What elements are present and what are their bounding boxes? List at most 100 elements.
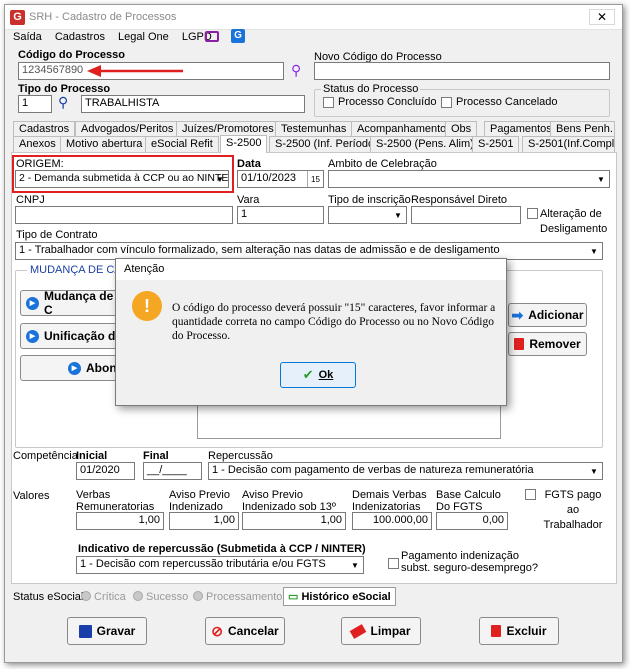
cnpj-input[interactable]: [15, 206, 233, 224]
title-bar: G SRH - Cadastro de Processos ✕: [5, 5, 622, 30]
app-logo-icon: G: [10, 10, 25, 25]
cancel-icon: ⊘: [211, 622, 224, 639]
calendar-icon[interactable]: 15: [307, 171, 323, 187]
tab-testemunhas[interactable]: Testemunhas: [275, 121, 353, 137]
processamento-radio[interactable]: Processamento: [193, 591, 282, 603]
alert-dialog: Atenção ! O código do processo deverá po…: [115, 258, 507, 406]
historico-esocial-tab[interactable]: ▭ Histórico eSocial: [283, 587, 396, 606]
gravar-button[interactable]: Gravar: [67, 617, 147, 645]
cancelar-button[interactable]: ⊘ Cancelar: [205, 617, 285, 645]
tipo-code-input[interactable]: 1: [18, 95, 52, 113]
responsavel-label: Responsável Direto: [411, 194, 507, 206]
alteracao-checkbox[interactable]: [527, 208, 538, 219]
menu-saida[interactable]: Saída: [13, 31, 42, 43]
tab-s2501-compl[interactable]: S-2501(Inf.Compl): [522, 136, 615, 152]
cancelado-checkbox[interactable]: [441, 97, 452, 108]
origem-select[interactable]: 2 - Demanda submetida à CCP ou ao NINTER…: [15, 170, 229, 188]
excluir-button[interactable]: Excluir: [479, 617, 559, 645]
tab-s2500-pens[interactable]: S-2500 (Pens. Alim): [370, 136, 480, 152]
demais-input[interactable]: 100.000,00: [352, 512, 432, 530]
inicial-input[interactable]: 01/2020: [76, 462, 135, 480]
tab-cadastros[interactable]: Cadastros: [13, 121, 76, 137]
indicativo-select[interactable]: 1 - Decisão com repercussão tributária e…: [76, 556, 364, 574]
play-icon: ▶: [26, 296, 39, 310]
ok-button[interactable]: ✔ Ok: [280, 362, 356, 388]
tab-s2501[interactable]: S-2501: [472, 136, 520, 152]
tab-pagamentos[interactable]: Pagamentos: [484, 121, 558, 137]
close-icon[interactable]: ✕: [589, 9, 615, 25]
dialog-title: Atenção: [124, 263, 165, 275]
eraser-icon: [350, 623, 367, 639]
alteracao-label: Alteração de Desligamento: [540, 208, 608, 235]
final-label: Final: [143, 450, 169, 462]
repercussao-label: Repercussão: [208, 450, 273, 462]
warning-icon: !: [132, 291, 162, 321]
tab-s2500[interactable]: S-2500: [220, 135, 268, 153]
monitor-icon[interactable]: [205, 31, 219, 42]
trash-icon: [491, 625, 502, 637]
red-arrow-annotation: [87, 65, 183, 77]
final-input[interactable]: __/____: [143, 462, 202, 480]
abono-button[interactable]: ▶ Abono: [20, 355, 126, 381]
menu-cadastros[interactable]: Cadastros: [55, 31, 105, 43]
arrow-right-icon: ➡: [511, 306, 524, 323]
unificacao-button[interactable]: ▶ Unificação de: [20, 323, 126, 349]
data-label: Data: [237, 158, 261, 170]
tab-esocial-refit[interactable]: eSocial Refit: [145, 136, 219, 152]
status-processo-label: Status do Processo: [321, 83, 421, 95]
codigo-label: Código do Processo: [18, 49, 125, 61]
pagamento-checkbox[interactable]: [388, 558, 399, 569]
radio-icon: [133, 591, 143, 601]
origem-label: ORIGEM:: [16, 158, 64, 170]
aviso-input[interactable]: 1,00: [169, 512, 239, 530]
demais-label: Demais Verbas Indenizatorias: [352, 489, 427, 513]
aviso-label: Aviso Previo Indenizado: [169, 489, 230, 513]
ambito-label: Ambito de Celebração: [328, 158, 437, 170]
remover-button[interactable]: Remover: [508, 332, 587, 356]
fgts-checkbox[interactable]: [525, 489, 536, 500]
critica-radio[interactable]: Crítica: [81, 591, 126, 603]
chevron-down-icon: ▼: [394, 210, 402, 220]
tab-s2500-periodo[interactable]: S-2500 (Inf. Período): [269, 136, 384, 152]
adicionar-button[interactable]: ➡ Adicionar: [508, 303, 587, 327]
play-icon: ▶: [26, 329, 39, 343]
refresh-icon[interactable]: G: [231, 29, 245, 43]
search-icon[interactable]: ⚲: [291, 63, 305, 77]
tab-obs[interactable]: Obs: [445, 121, 478, 137]
tab-motivo[interactable]: Motivo abertura: [60, 136, 149, 152]
inicial-label: Inicial: [76, 450, 108, 462]
document-icon: ▭: [288, 591, 299, 603]
tab-acompanhamento[interactable]: Acompanhamento: [351, 121, 453, 137]
checkmark-icon: ✔: [302, 367, 314, 382]
data-input[interactable]: 01/10/2023 15: [237, 170, 324, 188]
tab-advogados[interactable]: Advogados/Peritos: [75, 121, 180, 137]
radio-icon: [81, 591, 91, 601]
tipo-search-icon[interactable]: ⚲: [58, 95, 72, 109]
vara-input[interactable]: 1: [237, 206, 324, 224]
window-title: SRH - Cadastro de Processos: [29, 11, 177, 23]
tab-bens[interactable]: Bens Penh.: [550, 121, 615, 137]
save-icon: [78, 624, 92, 638]
responsavel-input[interactable]: [411, 206, 521, 224]
radio-icon: [193, 591, 203, 601]
novo-codigo-input[interactable]: [314, 62, 610, 80]
concluido-checkbox[interactable]: [323, 97, 334, 108]
tipo-contrato-label: Tipo de Contrato: [16, 229, 98, 241]
limpar-button[interactable]: Limpar: [341, 617, 421, 645]
indicativo-label: Indicativo de repercussão (Submetida à C…: [78, 543, 366, 555]
dialog-titlebar: [116, 259, 506, 280]
tipo-inscricao-select[interactable]: ▼: [328, 206, 407, 224]
mudanca-button[interactable]: ▶ Mudança de C: [20, 289, 126, 317]
tab-anexos[interactable]: Anexos: [13, 136, 62, 152]
base-input[interactable]: 0,00: [436, 512, 508, 530]
ambito-select[interactable]: ▼: [328, 170, 610, 188]
menu-legal-one[interactable]: Legal One: [118, 31, 169, 43]
verbas-input[interactable]: 1,00: [76, 512, 164, 530]
base-label: Base Calculo Do FGTS: [436, 489, 501, 513]
sucesso-radio[interactable]: Sucesso: [133, 591, 188, 603]
fgts-label: FGTS pago ao Trabalhador: [543, 489, 603, 531]
aviso13-input[interactable]: 1,00: [242, 512, 346, 530]
tipo-inscricao-label: Tipo de inscrição: [328, 194, 411, 206]
aviso13-label: Aviso Previo Indenizado sob 13º: [242, 489, 336, 513]
repercussao-select[interactable]: 1 - Decisão com pagamento de verbas de n…: [208, 462, 603, 480]
